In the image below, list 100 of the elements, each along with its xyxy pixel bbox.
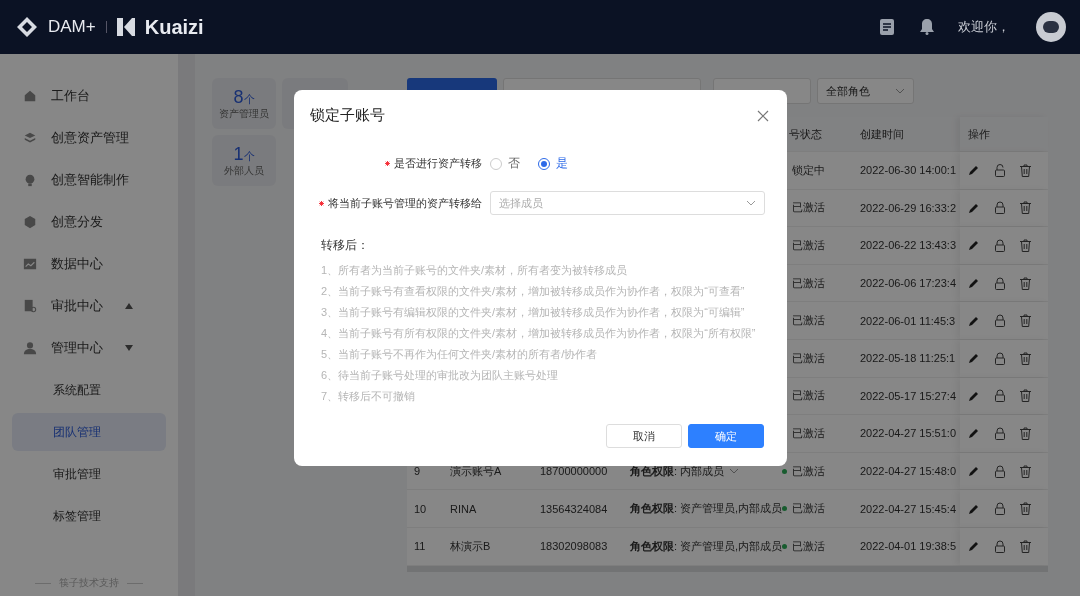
nav-item[interactable]: 创意智能制作 [12, 159, 166, 201]
pencil-icon[interactable] [968, 277, 980, 290]
table-cell: 2022-04-27 15:45:4 [860, 502, 957, 515]
lock-icon[interactable] [994, 276, 1006, 290]
stat-card[interactable]: 1个 外部人员 [212, 135, 276, 186]
document-icon[interactable] [880, 19, 894, 35]
status-text: 已激活 [792, 238, 825, 253]
role-select[interactable]: 全部角色 [817, 78, 914, 104]
trash-icon[interactable] [1020, 314, 1031, 328]
nav-subitem[interactable]: 系统配置 [12, 371, 166, 409]
pencil-icon[interactable] [968, 239, 980, 252]
nav-subitem[interactable]: 团队管理 [12, 413, 166, 451]
table-cell: 18302098083 [540, 540, 608, 553]
trash-icon[interactable] [1020, 464, 1031, 478]
radio-option[interactable]: 是 [538, 155, 568, 172]
chevron-down-icon [729, 468, 740, 475]
status-text: 已激活 [792, 425, 825, 441]
trash-icon[interactable] [1020, 276, 1031, 290]
lock-icon[interactable] [994, 201, 1006, 215]
trash-icon[interactable] [1020, 502, 1031, 516]
nav-subitem[interactable]: 审批管理 [12, 455, 166, 493]
chevron-down-icon [895, 88, 905, 94]
status-text: 锁定中 [792, 162, 825, 178]
nav-subitem[interactable]: 标签管理 [12, 497, 166, 535]
pencil-icon[interactable] [968, 314, 980, 327]
pencil-icon[interactable] [968, 164, 980, 177]
cancel-button[interactable]: 取消 [606, 424, 682, 448]
bulb-icon [23, 173, 37, 187]
trash-icon[interactable] [1020, 201, 1031, 215]
trash-icon[interactable] [1020, 239, 1031, 252]
table-cell: 2022-06-01 11:45:3 [860, 314, 956, 327]
note-text: 3、当前子账号有编辑权限的文件夹/素材，增加被转移成员作为协作者，权限为“可编辑” [321, 305, 746, 320]
status-text: 已激活 [792, 538, 825, 554]
stat-count: 8个 [233, 86, 255, 108]
nav-item[interactable]: 数据中心 [12, 243, 166, 285]
note-text: 1、所有者为当前子账号的文件夹/素材，所有者变为被转移成员 [321, 263, 629, 278]
nav-item[interactable]: 创意资产管理 [12, 117, 166, 159]
table-cell: 2022-05-17 15:27:4 [860, 389, 957, 402]
note-text: 2、当前子账号有查看权限的文件夹/素材，增加被转移成员作为协作者，权限为“可查看” [321, 284, 746, 299]
note-text: 6、待当前子账号处理的审批改为团队主账号处理 [321, 368, 560, 383]
chevron-down-icon [746, 200, 756, 206]
column-header: 号状态 [788, 126, 823, 142]
pencil-icon[interactable] [968, 389, 980, 402]
lock-icon[interactable] [994, 239, 1006, 252]
pencil-icon[interactable] [968, 201, 980, 214]
chart-icon [23, 257, 37, 271]
role-cell: 角色权限: 资产管理员,内部成员 [630, 538, 783, 554]
confirm-button[interactable]: 确定 [688, 424, 764, 448]
pencil-icon[interactable] [968, 465, 980, 478]
table-cell: 2022-04-27 15:48:0 [860, 465, 957, 478]
stat-card[interactable]: 8个 资产管理员 [212, 78, 276, 129]
lock-icon[interactable] [994, 314, 1006, 328]
trash-icon[interactable] [1020, 389, 1031, 403]
table-cell: 13564324084 [540, 502, 608, 515]
pencil-icon[interactable] [968, 502, 980, 515]
nav-item[interactable]: 管理中心 [12, 327, 166, 369]
role-cell: 角色权限: 内部成员 [630, 463, 725, 479]
trash-icon[interactable] [1020, 163, 1031, 177]
table-cell: 2022-06-06 17:23:4 [860, 277, 957, 290]
unlock-icon[interactable] [994, 163, 1006, 177]
table-cell: 10 [414, 502, 427, 515]
table-cell: 演示账号A [450, 463, 502, 479]
status-text: 已激活 [792, 350, 825, 366]
lock-icon[interactable] [994, 389, 1006, 403]
pencil-icon[interactable] [968, 352, 980, 365]
lock-icon[interactable] [994, 426, 1006, 440]
lock-icon[interactable] [994, 539, 1006, 553]
trash-icon[interactable] [1020, 426, 1031, 440]
lock-icon[interactable] [994, 351, 1006, 365]
table-cell: 林演示B [450, 538, 491, 554]
nav-item[interactable]: 审批中心 [12, 285, 166, 327]
trash-icon[interactable] [1020, 539, 1031, 553]
logo-text: DAM+ [48, 17, 96, 37]
status-dot [782, 543, 787, 549]
radio-option[interactable]: 否 [490, 155, 520, 172]
table-cell: 2022-06-29 16:33:2 [860, 201, 957, 214]
status-text: 已激活 [792, 501, 825, 517]
table-cell: 2022-04-01 19:38:5 [860, 540, 957, 553]
dialog-title: 锁定子账号 [310, 106, 385, 125]
column-header: 操作 [960, 117, 1048, 151]
home-icon [23, 89, 37, 103]
bell-icon[interactable] [920, 19, 934, 35]
nav-item[interactable]: 创意分发 [12, 201, 166, 243]
cube-icon [23, 215, 37, 229]
field-label: 是否进行资产转移 [394, 156, 482, 171]
note-text: 5、当前子账号不再作为任何文件夹/素材的所有者/协作者 [321, 347, 599, 362]
stat-label: 资产管理员 [219, 107, 269, 121]
table-cell: RINA [450, 502, 477, 515]
diamond-logo-icon [16, 16, 38, 38]
nav-item[interactable]: 工作台 [12, 75, 166, 117]
status-text: 已激活 [792, 313, 825, 329]
notes-title: 转移后： [321, 237, 370, 254]
avatar[interactable] [1036, 12, 1066, 42]
pencil-icon[interactable] [968, 540, 980, 553]
trash-icon[interactable] [1020, 351, 1031, 365]
brand-logo-icon [116, 18, 135, 36]
lock-icon[interactable] [994, 464, 1006, 478]
pencil-icon[interactable] [968, 427, 980, 440]
lock-icon[interactable] [994, 502, 1006, 516]
column-header: 创建时间 [859, 126, 905, 142]
